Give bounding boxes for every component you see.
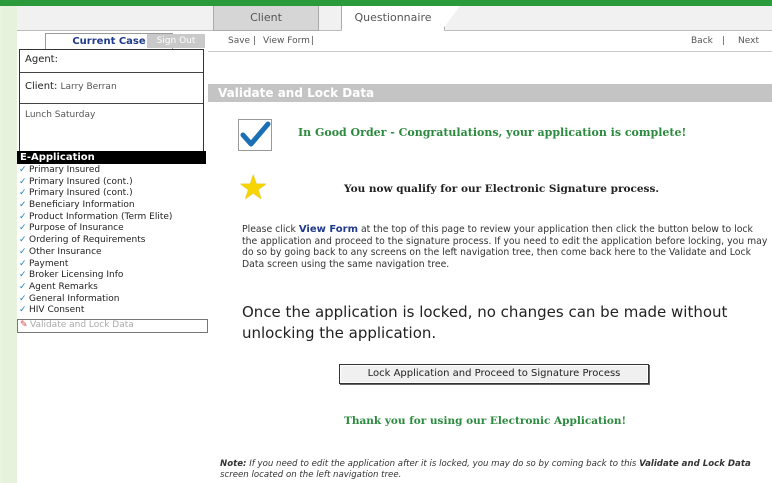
nav-item-primary-insured[interactable]: ✓ Primary Insured (17, 165, 208, 177)
check-icon: ✓ (19, 305, 27, 316)
checkbox-icon (238, 119, 272, 151)
qualify-message: You now qualify for our Electronic Signa… (344, 183, 660, 195)
check-icon: ✓ (19, 258, 27, 269)
nav-item-other-insurance[interactable]: ✓ Other Insurance (17, 247, 208, 259)
nav-label: Product Information (Term Elite) (29, 211, 173, 222)
nav-label: Beneficiary Information (29, 200, 135, 211)
nav-label: Agent Remarks (29, 281, 98, 292)
main-panel: Save | View Form | Back | Next Validate … (208, 31, 772, 483)
nav-label: Broker Licensing Info (29, 270, 124, 281)
nav-label: Payment (29, 258, 69, 269)
nav-item-primary-insured-cont-1[interactable]: ✓ Primary Insured (cont.) (17, 177, 208, 189)
divider (20, 72, 203, 73)
toolbar-separator: | (722, 36, 726, 46)
view-form-inline-link[interactable]: View Form (299, 224, 358, 235)
current-case-box: Agent: Client: Larry Berran Lunch Saturd… (19, 49, 204, 157)
note-label: Note: (220, 459, 247, 469)
check-icon: ✓ (19, 223, 27, 234)
client-row: Client: Larry Berran (25, 81, 117, 92)
sidebar: Current Case Sign Out Agent: Client: Lar… (17, 31, 208, 483)
instructions-text: Please click (242, 224, 299, 235)
navigation-tree: ✓ Primary Insured ✓ Primary Insured (cont.… (17, 165, 208, 333)
client-label: Client: (25, 81, 58, 92)
instructions-paragraph: Please click View Form at the top of thi… (242, 224, 770, 270)
nav-item-beneficiary[interactable]: ✓ Beneficiary Information (17, 200, 208, 212)
note-body: If you need to edit the application afte… (246, 459, 640, 469)
case-note: Lunch Saturday (25, 110, 96, 120)
divider (20, 103, 203, 104)
check-icon: ✓ (19, 176, 27, 187)
next-link[interactable]: Next (738, 31, 759, 51)
left-margin (3, 6, 17, 483)
tab-slant (442, 6, 460, 30)
sign-out-button[interactable]: Sign Out (147, 34, 205, 48)
nav-label: Validate and Lock Data (30, 319, 134, 330)
nav-label: Purpose of Insurance (29, 223, 124, 234)
nav-label: HIV Consent (29, 305, 85, 316)
nav-item-general-info[interactable]: ✓ General Information (17, 294, 208, 306)
nav-label: Primary Insured (cont.) (29, 188, 133, 199)
nav-item-hiv-consent[interactable]: ✓ HIV Consent (17, 305, 208, 317)
check-icon: ✓ (19, 165, 27, 175)
section-title: Validate and Lock Data (208, 84, 772, 102)
pin-icon: ✎ (20, 319, 28, 330)
check-icon: ✓ (19, 188, 27, 199)
check-icon: ✓ (19, 235, 27, 246)
client-value: Larry Berran (60, 82, 117, 92)
check-icon: ✓ (19, 293, 27, 304)
note-text: Note: If you need to edit the applicatio… (220, 459, 765, 481)
check-icon: ✓ (19, 211, 27, 222)
nav-label: Other Insurance (29, 246, 102, 257)
toolbar-separator: | (311, 36, 315, 46)
lock-application-button[interactable]: Lock Application and Proceed to Signatur… (339, 364, 649, 384)
toolbar-separator: | (253, 36, 257, 46)
nav-label: Primary Insured (29, 165, 101, 175)
e-application-header: E-Application (17, 151, 206, 164)
nav-item-payment[interactable]: ✓ Payment (17, 259, 208, 271)
lock-warning: Once the application is locked, no chang… (242, 303, 728, 342)
action-toolbar: Save | View Form | Back | Next (208, 31, 772, 52)
nav-label: Primary Insured (cont.) (29, 176, 133, 187)
nav-item-product-info[interactable]: ✓ Product Information (Term Elite) (17, 212, 208, 224)
nav-item-agent-remarks[interactable]: ✓ Agent Remarks (17, 282, 208, 294)
nav-label: Ordering of Requirements (29, 235, 146, 246)
good-order-message: In Good Order - Congratulations, your ap… (298, 126, 687, 139)
checkmark-icon (240, 121, 271, 147)
check-icon: ✓ (19, 281, 27, 292)
back-link[interactable]: Back (691, 31, 713, 51)
nav-item-broker-licensing[interactable]: ✓ Broker Licensing Info (17, 270, 208, 282)
current-case-header: Current Case Sign Out (19, 33, 205, 50)
tab-questionnaire[interactable]: Questionnaire (341, 6, 445, 31)
note-body: screen located on the left navigation tr… (220, 470, 402, 480)
nav-label: General Information (29, 293, 120, 304)
view-form-link[interactable]: View Form (263, 31, 310, 51)
tab-bar: Client Questionnaire (17, 6, 772, 31)
save-link[interactable]: Save (228, 31, 250, 51)
tab-client[interactable]: Client (213, 6, 319, 31)
star-icon: ★ (238, 168, 269, 208)
agent-row: Agent: (25, 54, 58, 65)
check-icon: ✓ (19, 200, 27, 211)
check-icon: ✓ (19, 246, 27, 257)
nav-item-validate-lock[interactable]: ✎ Validate and Lock Data (17, 318, 208, 333)
nav-item-ordering[interactable]: ✓ Ordering of Requirements (17, 235, 208, 247)
agent-label: Agent: (25, 54, 58, 65)
nav-item-primary-insured-cont-2[interactable]: ✓ Primary Insured (cont.) (17, 188, 208, 200)
note-bold: Validate and Lock Data (639, 459, 751, 469)
nav-item-purpose[interactable]: ✓ Purpose of Insurance (17, 223, 208, 235)
check-icon: ✓ (19, 270, 27, 281)
thank-you-message: Thank you for using our Electronic Appli… (344, 415, 627, 427)
